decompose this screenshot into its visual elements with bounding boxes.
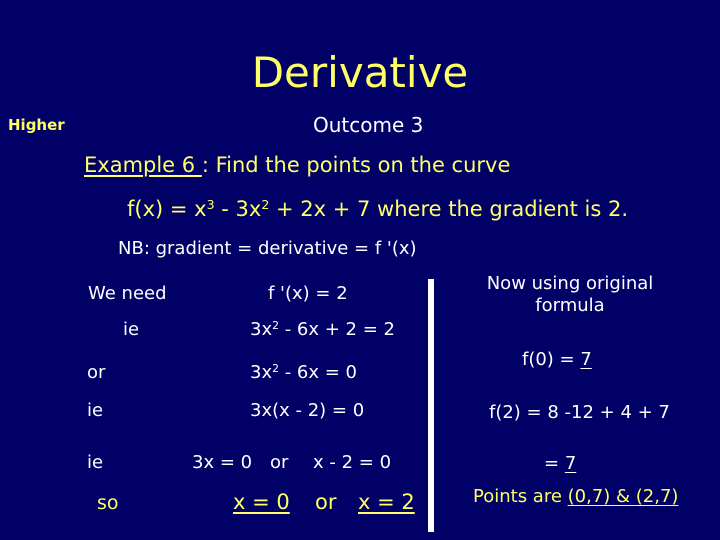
step-connector: or [315,490,337,514]
step-label: so [97,492,119,514]
result-value: 7 [564,453,577,474]
vertical-divider [428,279,434,532]
exponent: 2 [272,362,279,376]
step-equation: x - 2 = 0 [313,452,392,473]
step-equation: 3x = 0 [192,452,253,473]
eq-part: - 6x + 2 = 2 [278,319,395,340]
solution-1: x = 0 [233,490,290,514]
function-definition: f(x) = x3 - 3x2 + 2x + 7 where the gradi… [127,197,628,221]
step-label: ie [87,400,104,421]
eq-part: = [544,453,565,474]
function-rest: + 2x + 7 where the gradient is 2. [269,197,628,221]
step-equation: 3x(x - 2) = 0 [250,400,365,421]
outcome-label: Outcome 3 [313,113,424,137]
example-heading: Example 6 : Find the points on the curve [84,155,510,176]
step-equation: f '(x) = 2 [268,283,348,304]
example-text: : Find the points on the curve [201,153,511,177]
step-connector: or [270,452,289,473]
eq-part: 3x [250,319,273,340]
points-answer: Points are (0,7) & (2,7) [473,488,678,506]
answer-label: Points are [473,486,568,507]
f2-result: = 7 [544,455,576,473]
step-label: or [87,362,106,383]
step-label: ie [123,319,140,340]
step-equation: 3x2 - 6x = 0 [250,362,358,383]
right-heading: Now using original formula [486,273,654,316]
step-label: We need [88,283,167,304]
f0-evaluation: f(0) = 7 [522,351,592,369]
f2-evaluation: f(2) = 8 -12 + 4 + 7 [489,402,670,423]
step-label: ie [87,452,104,473]
result-value: 7 [580,349,592,370]
example-number: Example 6 [84,153,202,177]
exponent: 2 [272,319,279,333]
slide-title: Derivative [251,48,469,97]
solution-2: x = 2 [358,490,415,514]
nb-note: NB: gradient = derivative = f '(x) [118,238,417,259]
function-lhs: f(x) = x [127,197,207,221]
function-term: - 3x [214,197,262,221]
step-equation: 3x2 - 6x + 2 = 2 [250,319,395,340]
exponent: 3 [206,197,215,213]
eq-part: 3x [250,362,273,383]
eq-part: f(0) = [522,349,581,370]
answer-points: (0,7) & (2,7) [567,486,679,507]
level-label: Higher [8,116,65,134]
eq-part: - 6x = 0 [278,362,358,383]
